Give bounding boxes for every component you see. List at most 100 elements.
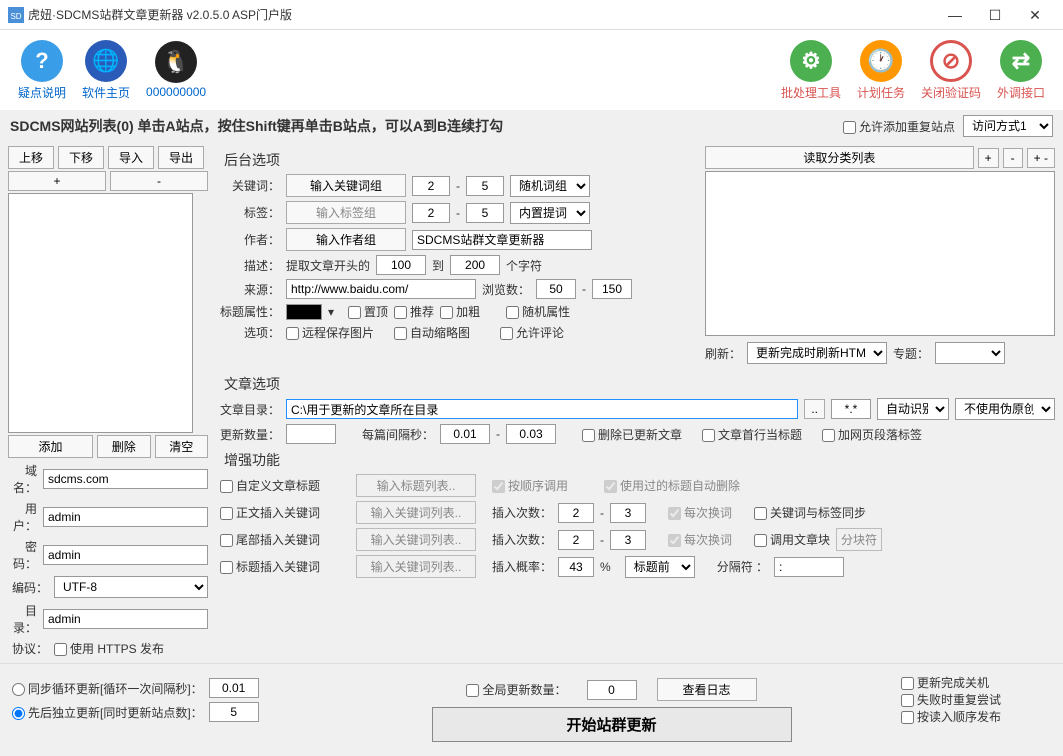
sync-interval-input[interactable] [209,678,259,698]
maximize-button[interactable]: ☐ [975,0,1015,30]
call-block-checkbox[interactable]: 调用文章块 [754,531,830,548]
cat-pm-button[interactable]: + - [1027,148,1055,168]
browse-button[interactable]: .. [804,399,825,419]
globe-icon: 🌐 [85,40,127,82]
import-button[interactable]: 导入 [108,146,154,169]
move-down-button[interactable]: 下移 [58,146,104,169]
pseudo-select[interactable]: 不使用伪原创 [955,398,1055,420]
add-p-tag-checkbox[interactable]: 加网页段落标签 [822,426,922,443]
tag-group-button[interactable]: 输入标签组 [286,201,406,224]
title-kw-checkbox[interactable]: 标题插入关键词 [220,558,350,575]
read-category-button[interactable]: 读取分类列表 [705,146,974,169]
title-kw-list-button[interactable]: 输入关键词列表.. [356,555,476,578]
user-input[interactable] [43,507,208,527]
shutdown-checkbox[interactable]: 更新完成关机 [901,676,989,690]
help-button[interactable]: ? 疑点说明 [18,40,66,101]
delete-site-button[interactable]: 删除 [97,435,151,458]
opt-recommend-checkbox[interactable]: 推荐 [394,303,434,320]
tag-mode-select[interactable]: 内置提词 [510,202,590,224]
qq-button[interactable]: 🐧 000000000 [146,41,206,99]
keyword-mode-select[interactable]: 随机词组 [510,175,590,197]
allow-duplicate-checkbox[interactable]: 允许添加重复站点 [843,118,955,135]
custom-title-checkbox[interactable]: 自定义文章标题 [220,477,350,494]
author-input[interactable] [412,230,592,250]
body-kw-max[interactable] [610,503,646,523]
desc-to-input[interactable] [450,255,500,275]
title-kw-sep-input[interactable] [774,557,844,577]
minus-button[interactable]: - [110,171,208,191]
close-captcha-button[interactable]: ⊘ 关闭验证码 [921,40,981,101]
batch-button[interactable]: ⚙ 批处理工具 [781,40,841,101]
encoding-select[interactable]: UTF-8 [54,576,208,598]
keyword-min-input[interactable] [412,176,450,196]
plus-button[interactable]: + [8,171,106,191]
add-site-button[interactable]: 添加 [8,435,93,458]
homepage-button[interactable]: 🌐 软件主页 [82,40,130,101]
domain-input[interactable] [43,469,208,489]
auto-encoding-select[interactable]: 自动识别 [877,398,949,420]
read-order-checkbox[interactable]: 按读入顺序发布 [901,710,1001,724]
parallel-sites-input[interactable] [209,702,259,722]
access-mode-select[interactable]: 访问方式1 [963,115,1053,137]
schedule-button[interactable]: 🕐 计划任务 [857,40,905,101]
color-picker[interactable] [286,304,322,320]
desc-from-input[interactable] [376,255,426,275]
block-sep-button[interactable]: 分块符 [836,528,882,551]
opt-random-checkbox[interactable]: 随机属性 [506,303,570,320]
external-button[interactable]: ⇄ 外调接口 [997,40,1045,101]
views-min-input[interactable] [536,279,576,299]
keyword-max-input[interactable] [466,176,504,196]
export-button[interactable]: 导出 [158,146,204,169]
tag-max-input[interactable] [466,203,504,223]
body-kw-checkbox[interactable]: 正文插入关键词 [220,504,350,521]
title-kw-pos-select[interactable]: 标题前 [625,556,695,578]
title-list-button[interactable]: 输入标题列表.. [356,474,476,497]
auto-thumb-checkbox[interactable]: 自动缩略图 [394,324,470,341]
https-checkbox[interactable]: 使用 HTTPS 发布 [54,640,164,657]
sync-loop-radio[interactable]: 同步循环更新[循环一次间隔秒]： [12,680,203,697]
allow-comment-checkbox[interactable]: 允许评论 [500,324,564,341]
tail-kw-list-button[interactable]: 输入关键词列表.. [356,528,476,551]
title-kw-prob[interactable] [558,557,594,577]
close-button[interactable]: ✕ [1015,0,1055,30]
tail-kw-checkbox[interactable]: 尾部插入关键词 [220,531,350,548]
retry-fail-checkbox[interactable]: 失败时重复尝试 [901,693,1001,707]
tail-kw-min[interactable] [558,530,594,550]
tail-kw-max[interactable] [610,530,646,550]
topic-select[interactable] [935,342,1005,364]
keyword-group-button[interactable]: 输入关键词组 [286,174,406,197]
opt-bold-checkbox[interactable]: 加粗 [440,303,480,320]
interval-max-input[interactable] [506,424,556,444]
view-log-button[interactable]: 查看日志 [657,678,757,701]
update-count-input[interactable] [286,424,336,444]
article-dir-input[interactable] [286,399,798,419]
first-line-title-checkbox[interactable]: 文章首行当标题 [702,426,802,443]
tail-kw-newword-checkbox: 每次换词 [668,531,732,548]
opt-top-checkbox[interactable]: 置顶 [348,303,388,320]
views-max-input[interactable] [592,279,632,299]
cat-plus-button[interactable]: + [978,148,999,168]
dir-input[interactable] [43,609,208,629]
site-listbox[interactable] [8,193,193,433]
author-group-button[interactable]: 输入作者组 [286,228,406,251]
delete-updated-checkbox[interactable]: 删除已更新文章 [582,426,682,443]
tag-min-input[interactable] [412,203,450,223]
global-count-checkbox[interactable]: 全局更新数量： [466,681,566,698]
kw-tag-sync-checkbox[interactable]: 关键词与标签同步 [754,504,866,521]
start-update-button[interactable]: 开始站群更新 [432,707,792,742]
source-input[interactable] [286,279,476,299]
body-kw-min[interactable] [558,503,594,523]
password-input[interactable] [43,545,208,565]
cat-minus-button[interactable]: - [1003,148,1023,168]
global-count-input[interactable] [587,680,637,700]
filter-input[interactable] [831,399,871,419]
minimize-button[interactable]: — [935,0,975,30]
interval-min-input[interactable] [440,424,490,444]
seq-update-radio[interactable]: 先后独立更新[同时更新站点数]： [12,704,203,721]
remote-img-checkbox[interactable]: 远程保存图片 [286,324,374,341]
body-kw-list-button[interactable]: 输入关键词列表.. [356,501,476,524]
move-up-button[interactable]: 上移 [8,146,54,169]
category-listbox[interactable] [705,171,1055,336]
clear-sites-button[interactable]: 清空 [155,435,209,458]
refresh-select[interactable]: 更新完成时刷新HTML [747,342,887,364]
